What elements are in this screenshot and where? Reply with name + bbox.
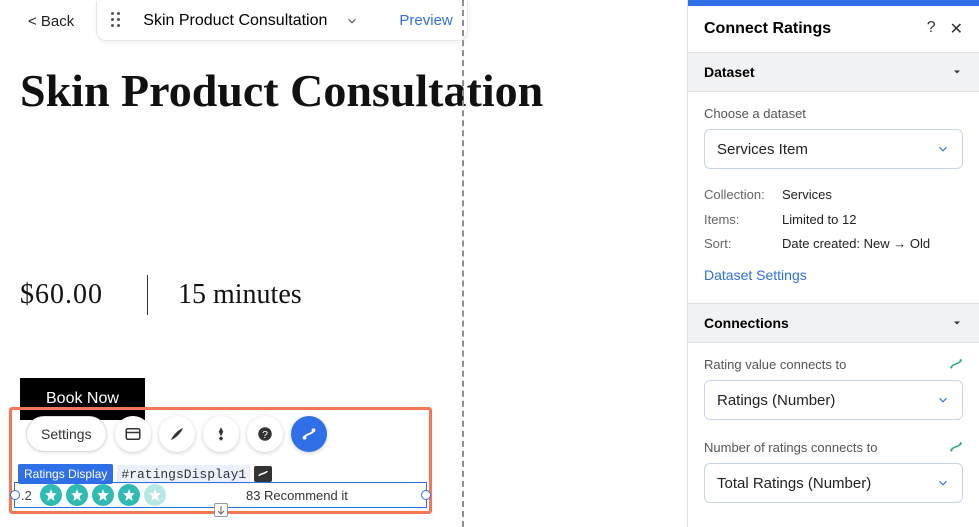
svg-text:?: ?: [262, 429, 268, 441]
panel-header: Connect Ratings ? ✕: [688, 6, 979, 52]
animation-icon: [212, 425, 230, 443]
count-field-selected: Total Ratings (Number): [717, 475, 871, 492]
connection-icon: [949, 441, 963, 455]
connections-section-body: Rating value connects to Ratings (Number…: [688, 343, 979, 521]
meta-key: Sort:: [704, 232, 782, 257]
resize-handle[interactable]: [214, 503, 228, 517]
rating-value: .2: [21, 488, 32, 503]
page-title: Skin Product Consultation: [20, 62, 543, 120]
design-button[interactable]: [159, 416, 195, 452]
meta-key: Collection:: [704, 183, 782, 208]
page-name[interactable]: Skin Product Consultation: [143, 12, 327, 30]
stars-row: [40, 484, 166, 506]
star-icon: [118, 484, 140, 506]
count-connect-label: Number of ratings connects to: [704, 440, 877, 455]
rating-connect-label: Rating value connects to: [704, 357, 846, 372]
dataset-settings-link[interactable]: Dataset Settings: [704, 267, 807, 283]
help-icon: ?: [256, 425, 274, 443]
rating-field-select[interactable]: Ratings (Number): [704, 380, 963, 420]
layout-icon: [124, 425, 142, 443]
settings-button[interactable]: Settings: [26, 416, 107, 452]
preview-link[interactable]: Preview: [377, 12, 452, 29]
section-connections[interactable]: Connections: [688, 303, 979, 343]
dataset-meta: Collection:Services Items:Limited to 12 …: [704, 183, 963, 257]
element-data-icon: [254, 466, 272, 482]
meta-value: Services: [782, 183, 832, 208]
brush-icon: [168, 425, 186, 443]
star-icon: [144, 484, 166, 506]
dataset-select[interactable]: Services Item: [704, 129, 963, 169]
panel-help-icon[interactable]: ?: [927, 19, 936, 39]
dataset-selected-value: Services Item: [717, 141, 808, 158]
divider: [147, 275, 148, 315]
selection-highlight: Settings ? Ratings Display #ratingsDispl…: [9, 407, 432, 514]
chevron-down-icon: [936, 393, 950, 407]
recommend-label: 83 Recommend it: [246, 488, 348, 503]
column-guide: [462, 0, 464, 527]
section-title: Connections: [704, 315, 789, 331]
help-button[interactable]: ?: [247, 416, 283, 452]
connect-ratings-panel: Connect Ratings ? ✕ Dataset Choose a dat…: [687, 0, 979, 527]
connection-icon: [949, 358, 963, 372]
choose-dataset-label: Choose a dataset: [704, 106, 963, 121]
caret-down-icon: [951, 66, 963, 78]
section-dataset[interactable]: Dataset: [688, 52, 979, 92]
editor-topbar: < Back Skin Product Consultation Preview: [0, 0, 687, 42]
count-field-select[interactable]: Total Ratings (Number): [704, 463, 963, 503]
floating-toolbar: Settings ?: [26, 416, 327, 452]
meta-value: Limited to 12: [782, 208, 856, 233]
page-selector-pill: Skin Product Consultation Preview: [96, 1, 467, 41]
duration-text: 15 minutes: [178, 279, 302, 311]
dataset-section-body: Choose a dataset Services Item Collectio…: [688, 92, 979, 303]
ratings-display-element[interactable]: .2 83 Recommend it: [14, 482, 427, 508]
meta-key: Items:: [704, 208, 782, 233]
chevron-down-icon[interactable]: [345, 14, 359, 28]
connect-icon: [300, 425, 318, 443]
layout-button[interactable]: [115, 416, 151, 452]
star-icon: [92, 484, 114, 506]
panel-title: Connect Ratings: [704, 20, 831, 38]
caret-down-icon: [951, 317, 963, 329]
star-icon: [66, 484, 88, 506]
drag-handle-icon[interactable]: [111, 12, 125, 30]
editor-canvas: < Back Skin Product Consultation Preview…: [0, 0, 687, 527]
animation-button[interactable]: [203, 416, 239, 452]
chevron-down-icon: [936, 142, 950, 156]
rating-field-selected: Ratings (Number): [717, 392, 835, 409]
element-id-tag: #ratingsDisplay1: [117, 465, 250, 484]
section-title: Dataset: [704, 64, 755, 80]
panel-close-icon[interactable]: ✕: [950, 19, 963, 39]
product-meta-row: $60.00 15 minutes: [20, 275, 302, 315]
connect-data-button[interactable]: [291, 416, 327, 452]
element-tags: Ratings Display #ratingsDisplay1: [18, 464, 272, 484]
chevron-down-icon: [936, 476, 950, 490]
meta-value: Date created: New → Old: [782, 232, 930, 257]
element-type-tag: Ratings Display: [18, 464, 113, 484]
price-text: $60.00: [20, 279, 103, 311]
back-link[interactable]: < Back: [28, 13, 74, 30]
star-icon: [40, 484, 62, 506]
